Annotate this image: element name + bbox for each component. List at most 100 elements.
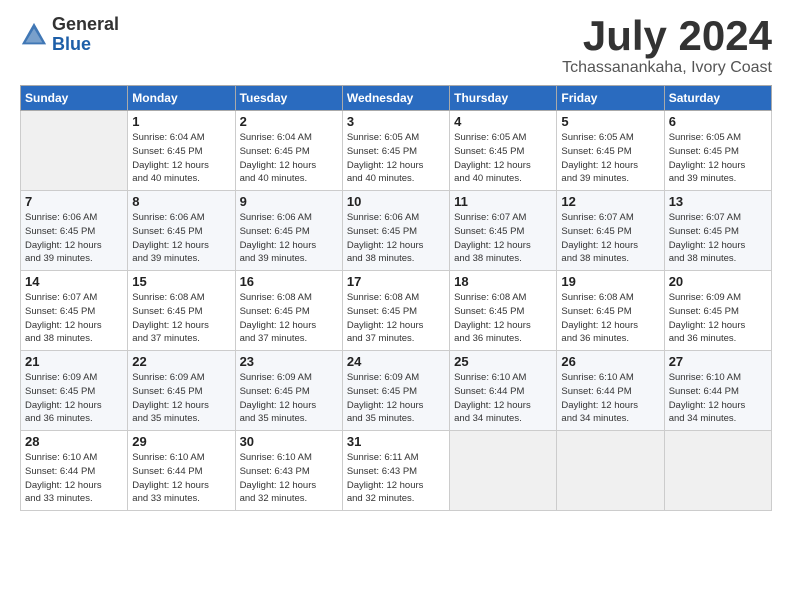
logo-icon: [20, 21, 48, 49]
title-area: July 2024 Tchassanankaha, Ivory Coast: [562, 15, 772, 77]
day-number: 4: [454, 114, 552, 129]
calendar-week-row: 14 Sunrise: 6:07 AMSunset: 6:45 PMDaylig…: [21, 271, 772, 351]
location: Tchassanankaha, Ivory Coast: [562, 59, 772, 77]
table-row: 9 Sunrise: 6:06 AMSunset: 6:45 PMDayligh…: [235, 191, 342, 271]
day-number: 5: [561, 114, 659, 129]
table-row: 24 Sunrise: 6:09 AMSunset: 6:45 PMDaylig…: [342, 351, 449, 431]
day-number: 10: [347, 194, 445, 209]
col-wednesday: Wednesday: [342, 86, 449, 111]
day-number: 3: [347, 114, 445, 129]
day-number: 18: [454, 274, 552, 289]
table-row: 13 Sunrise: 6:07 AMSunset: 6:45 PMDaylig…: [664, 191, 771, 271]
col-friday: Friday: [557, 86, 664, 111]
table-row: 14 Sunrise: 6:07 AMSunset: 6:45 PMDaylig…: [21, 271, 128, 351]
day-number: 9: [240, 194, 338, 209]
day-info: Sunrise: 6:07 AMSunset: 6:45 PMDaylight:…: [454, 212, 531, 264]
table-row: 29 Sunrise: 6:10 AMSunset: 6:44 PMDaylig…: [128, 431, 235, 511]
table-row: 12 Sunrise: 6:07 AMSunset: 6:45 PMDaylig…: [557, 191, 664, 271]
day-number: 20: [669, 274, 767, 289]
day-number: 31: [347, 434, 445, 449]
day-info: Sunrise: 6:06 AMSunset: 6:45 PMDaylight:…: [25, 212, 102, 264]
day-number: 24: [347, 354, 445, 369]
day-info: Sunrise: 6:08 AMSunset: 6:45 PMDaylight:…: [454, 292, 531, 344]
col-thursday: Thursday: [450, 86, 557, 111]
day-number: 28: [25, 434, 123, 449]
col-tuesday: Tuesday: [235, 86, 342, 111]
day-info: Sunrise: 6:09 AMSunset: 6:45 PMDaylight:…: [347, 372, 424, 424]
day-info: Sunrise: 6:10 AMSunset: 6:44 PMDaylight:…: [132, 452, 209, 504]
day-info: Sunrise: 6:08 AMSunset: 6:45 PMDaylight:…: [132, 292, 209, 344]
day-info: Sunrise: 6:04 AMSunset: 6:45 PMDaylight:…: [240, 132, 317, 184]
day-number: 22: [132, 354, 230, 369]
day-info: Sunrise: 6:04 AMSunset: 6:45 PMDaylight:…: [132, 132, 209, 184]
day-info: Sunrise: 6:08 AMSunset: 6:45 PMDaylight:…: [561, 292, 638, 344]
table-row: 20 Sunrise: 6:09 AMSunset: 6:45 PMDaylig…: [664, 271, 771, 351]
day-number: 12: [561, 194, 659, 209]
calendar-week-row: 21 Sunrise: 6:09 AMSunset: 6:45 PMDaylig…: [21, 351, 772, 431]
day-number: 1: [132, 114, 230, 129]
calendar-week-row: 28 Sunrise: 6:10 AMSunset: 6:44 PMDaylig…: [21, 431, 772, 511]
day-number: 11: [454, 194, 552, 209]
day-info: Sunrise: 6:09 AMSunset: 6:45 PMDaylight:…: [25, 372, 102, 424]
table-row: 16 Sunrise: 6:08 AMSunset: 6:45 PMDaylig…: [235, 271, 342, 351]
day-number: 14: [25, 274, 123, 289]
day-info: Sunrise: 6:08 AMSunset: 6:45 PMDaylight:…: [347, 292, 424, 344]
table-row: 22 Sunrise: 6:09 AMSunset: 6:45 PMDaylig…: [128, 351, 235, 431]
day-number: 16: [240, 274, 338, 289]
table-row: 23 Sunrise: 6:09 AMSunset: 6:45 PMDaylig…: [235, 351, 342, 431]
col-sunday: Sunday: [21, 86, 128, 111]
logo: General Blue: [20, 15, 119, 55]
col-saturday: Saturday: [664, 86, 771, 111]
day-number: 6: [669, 114, 767, 129]
table-row: 28 Sunrise: 6:10 AMSunset: 6:44 PMDaylig…: [21, 431, 128, 511]
table-row: 4 Sunrise: 6:05 AMSunset: 6:45 PMDayligh…: [450, 111, 557, 191]
logo-text: General Blue: [52, 15, 119, 55]
day-number: 15: [132, 274, 230, 289]
day-number: 13: [669, 194, 767, 209]
table-row: 10 Sunrise: 6:06 AMSunset: 6:45 PMDaylig…: [342, 191, 449, 271]
day-number: 30: [240, 434, 338, 449]
table-row: [450, 431, 557, 511]
day-number: 23: [240, 354, 338, 369]
day-number: 8: [132, 194, 230, 209]
table-row: 21 Sunrise: 6:09 AMSunset: 6:45 PMDaylig…: [21, 351, 128, 431]
day-info: Sunrise: 6:07 AMSunset: 6:45 PMDaylight:…: [25, 292, 102, 344]
table-row: 7 Sunrise: 6:06 AMSunset: 6:45 PMDayligh…: [21, 191, 128, 271]
table-row: 31 Sunrise: 6:11 AMSunset: 6:43 PMDaylig…: [342, 431, 449, 511]
day-info: Sunrise: 6:09 AMSunset: 6:45 PMDaylight:…: [669, 292, 746, 344]
day-info: Sunrise: 6:07 AMSunset: 6:45 PMDaylight:…: [561, 212, 638, 264]
day-info: Sunrise: 6:06 AMSunset: 6:45 PMDaylight:…: [132, 212, 209, 264]
day-info: Sunrise: 6:05 AMSunset: 6:45 PMDaylight:…: [561, 132, 638, 184]
day-info: Sunrise: 6:10 AMSunset: 6:44 PMDaylight:…: [25, 452, 102, 504]
day-info: Sunrise: 6:10 AMSunset: 6:44 PMDaylight:…: [454, 372, 531, 424]
day-info: Sunrise: 6:10 AMSunset: 6:43 PMDaylight:…: [240, 452, 317, 504]
table-row: [21, 111, 128, 191]
calendar-week-row: 1 Sunrise: 6:04 AMSunset: 6:45 PMDayligh…: [21, 111, 772, 191]
calendar-table: Sunday Monday Tuesday Wednesday Thursday…: [20, 85, 772, 511]
table-row: 30 Sunrise: 6:10 AMSunset: 6:43 PMDaylig…: [235, 431, 342, 511]
calendar-header-row: Sunday Monday Tuesday Wednesday Thursday…: [21, 86, 772, 111]
table-row: 18 Sunrise: 6:08 AMSunset: 6:45 PMDaylig…: [450, 271, 557, 351]
day-number: 17: [347, 274, 445, 289]
table-row: 6 Sunrise: 6:05 AMSunset: 6:45 PMDayligh…: [664, 111, 771, 191]
table-row: 3 Sunrise: 6:05 AMSunset: 6:45 PMDayligh…: [342, 111, 449, 191]
day-number: 27: [669, 354, 767, 369]
day-info: Sunrise: 6:07 AMSunset: 6:45 PMDaylight:…: [669, 212, 746, 264]
table-row: 5 Sunrise: 6:05 AMSunset: 6:45 PMDayligh…: [557, 111, 664, 191]
day-info: Sunrise: 6:09 AMSunset: 6:45 PMDaylight:…: [132, 372, 209, 424]
table-row: [557, 431, 664, 511]
logo-general: General: [52, 15, 119, 35]
day-info: Sunrise: 6:10 AMSunset: 6:44 PMDaylight:…: [669, 372, 746, 424]
day-number: 29: [132, 434, 230, 449]
calendar-week-row: 7 Sunrise: 6:06 AMSunset: 6:45 PMDayligh…: [21, 191, 772, 271]
day-number: 25: [454, 354, 552, 369]
table-row: 8 Sunrise: 6:06 AMSunset: 6:45 PMDayligh…: [128, 191, 235, 271]
day-info: Sunrise: 6:06 AMSunset: 6:45 PMDaylight:…: [240, 212, 317, 264]
day-info: Sunrise: 6:10 AMSunset: 6:44 PMDaylight:…: [561, 372, 638, 424]
table-row: 2 Sunrise: 6:04 AMSunset: 6:45 PMDayligh…: [235, 111, 342, 191]
day-info: Sunrise: 6:05 AMSunset: 6:45 PMDaylight:…: [669, 132, 746, 184]
day-info: Sunrise: 6:06 AMSunset: 6:45 PMDaylight:…: [347, 212, 424, 264]
month-title: July 2024: [562, 15, 772, 57]
day-info: Sunrise: 6:09 AMSunset: 6:45 PMDaylight:…: [240, 372, 317, 424]
day-info: Sunrise: 6:05 AMSunset: 6:45 PMDaylight:…: [454, 132, 531, 184]
